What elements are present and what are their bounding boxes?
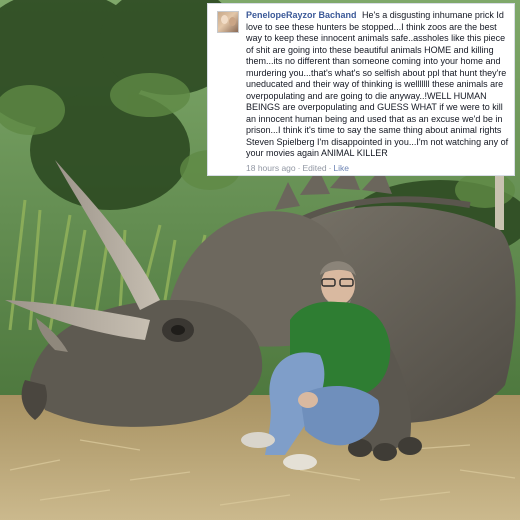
comment-text: He's a disgusting inhumane prick Id love… (246, 10, 509, 158)
comment-body: PenelopeRayzor Bachand He's a disgusting… (246, 10, 512, 160)
post-frame: PenelopeRayzor Bachand He's a disgusting… (0, 0, 520, 520)
commenter-avatar[interactable] (217, 11, 239, 33)
man-hands (298, 392, 318, 408)
comment-edited-label[interactable]: Edited (302, 163, 326, 173)
meta-separator: · (297, 163, 301, 173)
comment-meta: 18 hours ago · Edited · Like (246, 163, 349, 175)
man-shoe-right (283, 454, 317, 470)
meta-separator: · (328, 163, 332, 173)
facebook-comment-card: PenelopeRayzor Bachand He's a disgusting… (207, 3, 515, 176)
man-shoe-left (241, 432, 275, 448)
comment-author-link[interactable]: PenelopeRayzor Bachand (246, 10, 357, 20)
comment-timestamp[interactable]: 18 hours ago (246, 163, 296, 173)
like-button[interactable]: Like (333, 163, 349, 173)
